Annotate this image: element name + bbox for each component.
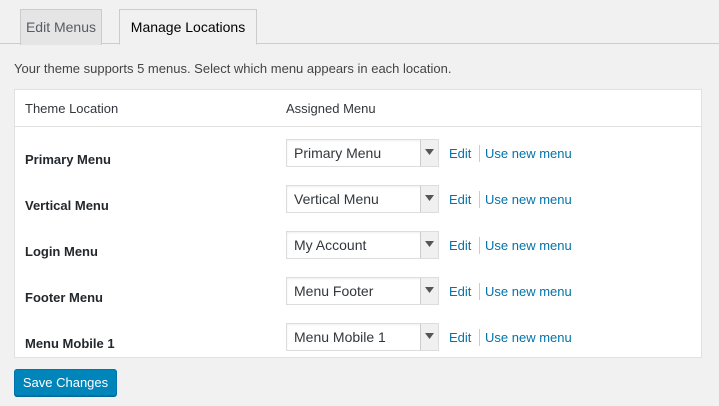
table-row: Vertical Menu Vertical Menu Edit Use new… — [15, 183, 701, 229]
location-label: Footer Menu — [25, 290, 103, 305]
intro-text: Your theme supports 5 menus. Select whic… — [14, 61, 452, 76]
menu-select[interactable]: Vertical Menu — [286, 185, 439, 213]
menu-select-value: Menu Mobile 1 — [294, 329, 386, 345]
edit-link[interactable]: Edit — [449, 330, 471, 345]
edit-link[interactable]: Edit — [449, 146, 471, 161]
table-row: Primary Menu Primary Menu Edit Use new m… — [15, 137, 701, 183]
menu-select[interactable]: Menu Footer — [286, 277, 439, 305]
chevron-down-icon — [420, 232, 438, 258]
use-new-menu-link[interactable]: Use new menu — [485, 146, 572, 161]
menu-select-value: Primary Menu — [294, 145, 382, 161]
column-header-location: Theme Location — [25, 101, 119, 116]
location-label: Primary Menu — [25, 152, 111, 167]
edit-link[interactable]: Edit — [449, 284, 471, 299]
location-label: Vertical Menu — [25, 198, 109, 213]
chevron-down-icon — [420, 324, 438, 350]
table-row: Login Menu My Account Edit Use new menu — [15, 229, 701, 275]
table-row: Footer Menu Menu Footer Edit Use new men… — [15, 275, 701, 321]
save-changes-button[interactable]: Save Changes — [14, 369, 117, 396]
nav-tabs: Edit Menus Manage Locations — [0, 0, 719, 45]
menu-select[interactable]: Primary Menu — [286, 139, 439, 167]
use-new-menu-link[interactable]: Use new menu — [485, 238, 572, 253]
tab-manage-locations[interactable]: Manage Locations — [119, 9, 257, 45]
table-row: Menu Mobile 1 Menu Mobile 1 Edit Use new… — [15, 321, 701, 367]
edit-link[interactable]: Edit — [449, 238, 471, 253]
table-header: Theme Location Assigned Menu — [15, 90, 701, 127]
menu-select[interactable]: My Account — [286, 231, 439, 259]
menu-select-value: My Account — [294, 237, 367, 253]
locations-table: Theme Location Assigned Menu Primary Men… — [14, 89, 702, 358]
menu-select[interactable]: Menu Mobile 1 — [286, 323, 439, 351]
divider — [479, 329, 480, 346]
chevron-down-icon — [420, 278, 438, 304]
use-new-menu-link[interactable]: Use new menu — [485, 284, 572, 299]
use-new-menu-link[interactable]: Use new menu — [485, 330, 572, 345]
chevron-down-icon — [420, 140, 438, 166]
divider — [479, 191, 480, 208]
tab-edit-menus[interactable]: Edit Menus — [20, 9, 102, 45]
location-label: Login Menu — [25, 244, 98, 259]
divider — [479, 145, 480, 162]
column-header-menu: Assigned Menu — [286, 101, 376, 116]
menu-select-value: Vertical Menu — [294, 191, 379, 207]
use-new-menu-link[interactable]: Use new menu — [485, 192, 572, 207]
chevron-down-icon — [420, 186, 438, 212]
divider — [479, 237, 480, 254]
edit-link[interactable]: Edit — [449, 192, 471, 207]
menu-select-value: Menu Footer — [294, 283, 374, 299]
divider — [479, 283, 480, 300]
location-label: Menu Mobile 1 — [25, 336, 115, 351]
